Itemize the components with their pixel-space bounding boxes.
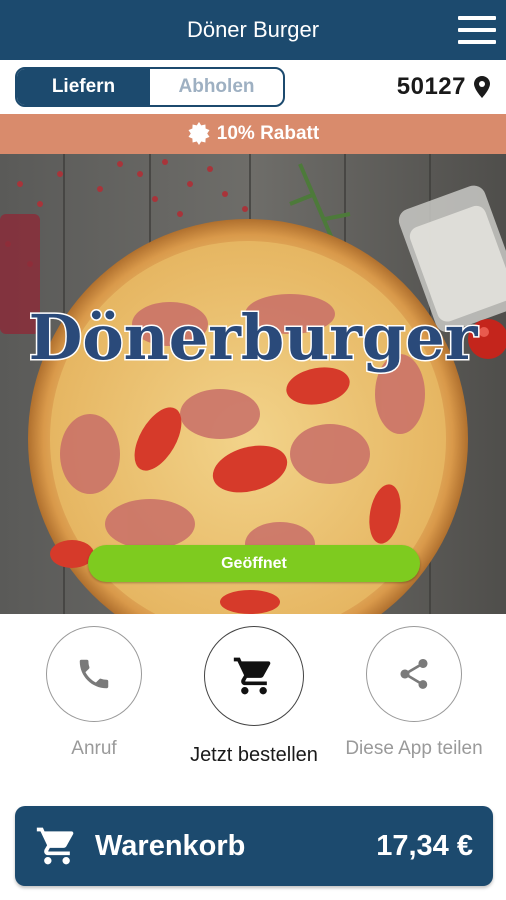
order-mode-toggle: Liefern Abholen (15, 67, 285, 107)
app-title: Döner Burger (186, 17, 320, 42)
map-pin-icon (474, 76, 490, 98)
hamburger-menu-icon[interactable] (458, 14, 496, 46)
call-button[interactable] (46, 626, 142, 722)
tab-liefern[interactable]: Liefern (17, 69, 150, 105)
app-header: Döner Burger (0, 0, 506, 60)
share-icon (400, 659, 428, 689)
starburst-badge-icon (188, 122, 210, 146)
cart-icon (36, 827, 74, 865)
phone-icon (79, 659, 109, 689)
share-action[interactable]: Diese App teilen (334, 626, 494, 760)
order-now-label: Jetzt bestellen (190, 744, 318, 766)
order-now-button[interactable] (204, 626, 304, 726)
cart-label: Warenkorb (95, 829, 246, 862)
order-now-action[interactable]: Jetzt bestellen (174, 626, 334, 767)
tab-abholen[interactable]: Abholen (150, 69, 283, 105)
open-status-badge: Geöffnet (88, 545, 420, 582)
location-selector[interactable]: 50127 (397, 72, 490, 102)
discount-banner[interactable]: 10% Rabatt (0, 114, 506, 154)
zip-code: 50127 (396, 73, 466, 100)
call-label: Anruf (71, 738, 117, 759)
discount-text: 10% Rabatt (216, 123, 320, 144)
cart-total: 17,34 € (376, 829, 473, 862)
call-action[interactable]: Anruf (14, 626, 174, 760)
share-button[interactable] (366, 626, 462, 722)
cart-button[interactable]: Warenkorb 17,34 € (15, 806, 493, 886)
cart-icon (233, 657, 271, 695)
share-label: Diese App teilen (345, 738, 483, 759)
restaurant-logo-text: Dönerburger (29, 301, 479, 374)
quick-actions: Anruf Jetzt bestellen Diese App teilen (0, 626, 506, 786)
